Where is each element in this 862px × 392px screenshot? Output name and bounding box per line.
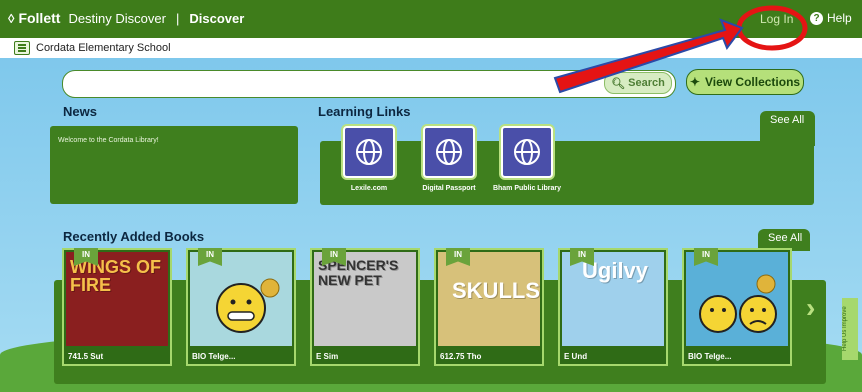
- annotation-circle: [736, 5, 808, 51]
- annotation-arrow-shape: [553, 18, 744, 94]
- annotation-arrow: [553, 5, 808, 94]
